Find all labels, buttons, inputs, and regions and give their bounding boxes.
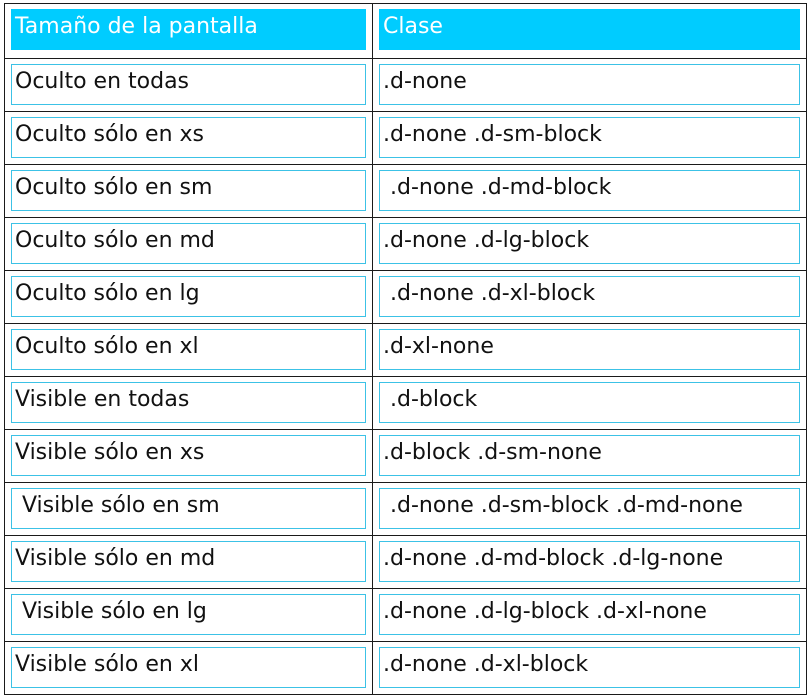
table-row: Oculto sólo en xs .d-none .d-sm-block: [4, 111, 807, 165]
size-label: Oculto sólo en lg: [11, 276, 366, 317]
size-cell: Visible sólo en xs: [4, 429, 373, 483]
class-label: .d-none .d-sm-block .d-md-none: [379, 488, 800, 529]
size-label: Visible sólo en lg: [11, 594, 366, 635]
table-row: Visible sólo en md .d-none .d-md-block .…: [4, 535, 807, 589]
size-cell: Oculto sólo en xs: [4, 111, 373, 165]
class-label: .d-none .d-md-block: [379, 170, 800, 211]
class-cell: .d-none .d-lg-block: [372, 217, 807, 271]
table-row: Oculto sólo en xl .d-xl-none: [4, 323, 807, 377]
size-label: Oculto en todas: [11, 64, 366, 105]
size-cell: Visible sólo en lg: [4, 588, 373, 642]
class-label: .d-none .d-lg-block .d-xl-none: [379, 594, 800, 635]
header-class-label: Clase: [379, 9, 800, 50]
class-cell: .d-none .d-md-block: [372, 164, 807, 218]
class-label: .d-none .d-xl-block: [379, 276, 800, 317]
size-cell: Oculto sólo en xl: [4, 323, 373, 377]
size-cell: Oculto sólo en md: [4, 217, 373, 271]
size-cell: Oculto sólo en sm: [4, 164, 373, 218]
class-cell: .d-none .d-xl-block: [372, 641, 807, 695]
size-cell: Visible en todas: [4, 376, 373, 430]
table-row: Oculto sólo en lg .d-none .d-xl-block: [4, 270, 807, 324]
class-label: .d-none .d-md-block .d-lg-none: [379, 541, 800, 582]
table-row: Visible sólo en xs .d-block .d-sm-none: [4, 429, 807, 483]
class-label: .d-none .d-lg-block: [379, 223, 800, 264]
size-label: Oculto sólo en xl: [11, 329, 366, 370]
table-row: Visible sólo en sm .d-none .d-sm-block .…: [4, 482, 807, 536]
class-label: .d-block .d-sm-none: [379, 435, 800, 476]
class-cell: .d-none: [372, 58, 807, 112]
table-row: Visible en todas .d-block: [4, 376, 807, 430]
class-label: .d-block: [379, 382, 800, 423]
class-label: .d-none .d-sm-block: [379, 117, 800, 158]
size-label: Oculto sólo en xs: [11, 117, 366, 158]
size-cell: Visible sólo en sm: [4, 482, 373, 536]
display-classes-table: Tamaño de la pantalla Clase Oculto en to…: [4, 3, 807, 695]
table-header-row: Tamaño de la pantalla Clase: [4, 3, 807, 59]
class-cell: .d-none .d-sm-block .d-md-none: [372, 482, 807, 536]
size-cell: Visible sólo en md: [4, 535, 373, 589]
size-label: Oculto sólo en md: [11, 223, 366, 264]
class-label: .d-none .d-xl-block: [379, 647, 800, 688]
table-row: Visible sólo en xl .d-none .d-xl-block: [4, 641, 807, 695]
size-label: Visible sólo en sm: [11, 488, 366, 529]
class-cell: .d-none .d-lg-block .d-xl-none: [372, 588, 807, 642]
class-cell: .d-none .d-sm-block: [372, 111, 807, 165]
size-label: Oculto sólo en sm: [11, 170, 366, 211]
class-cell: .d-none .d-xl-block: [372, 270, 807, 324]
size-cell: Visible sólo en xl: [4, 641, 373, 695]
class-cell: .d-block: [372, 376, 807, 430]
size-cell: Oculto en todas: [4, 58, 373, 112]
table-row: Oculto en todas .d-none: [4, 58, 807, 112]
size-cell: Oculto sólo en lg: [4, 270, 373, 324]
header-cell-size: Tamaño de la pantalla: [4, 3, 373, 59]
table-row: Visible sólo en lg .d-none .d-lg-block .…: [4, 588, 807, 642]
class-cell: .d-xl-none: [372, 323, 807, 377]
class-cell: .d-none .d-md-block .d-lg-none: [372, 535, 807, 589]
size-label: Visible sólo en md: [11, 541, 366, 582]
size-label: Visible en todas: [11, 382, 366, 423]
class-label: .d-xl-none: [379, 329, 800, 370]
size-label: Visible sólo en xl: [11, 647, 366, 688]
table-row: Oculto sólo en md .d-none .d-lg-block: [4, 217, 807, 271]
header-size-label: Tamaño de la pantalla: [11, 9, 366, 50]
header-cell-class: Clase: [372, 3, 807, 59]
class-cell: .d-block .d-sm-none: [372, 429, 807, 483]
class-label: .d-none: [379, 64, 800, 105]
table-row: Oculto sólo en sm .d-none .d-md-block: [4, 164, 807, 218]
size-label: Visible sólo en xs: [11, 435, 366, 476]
